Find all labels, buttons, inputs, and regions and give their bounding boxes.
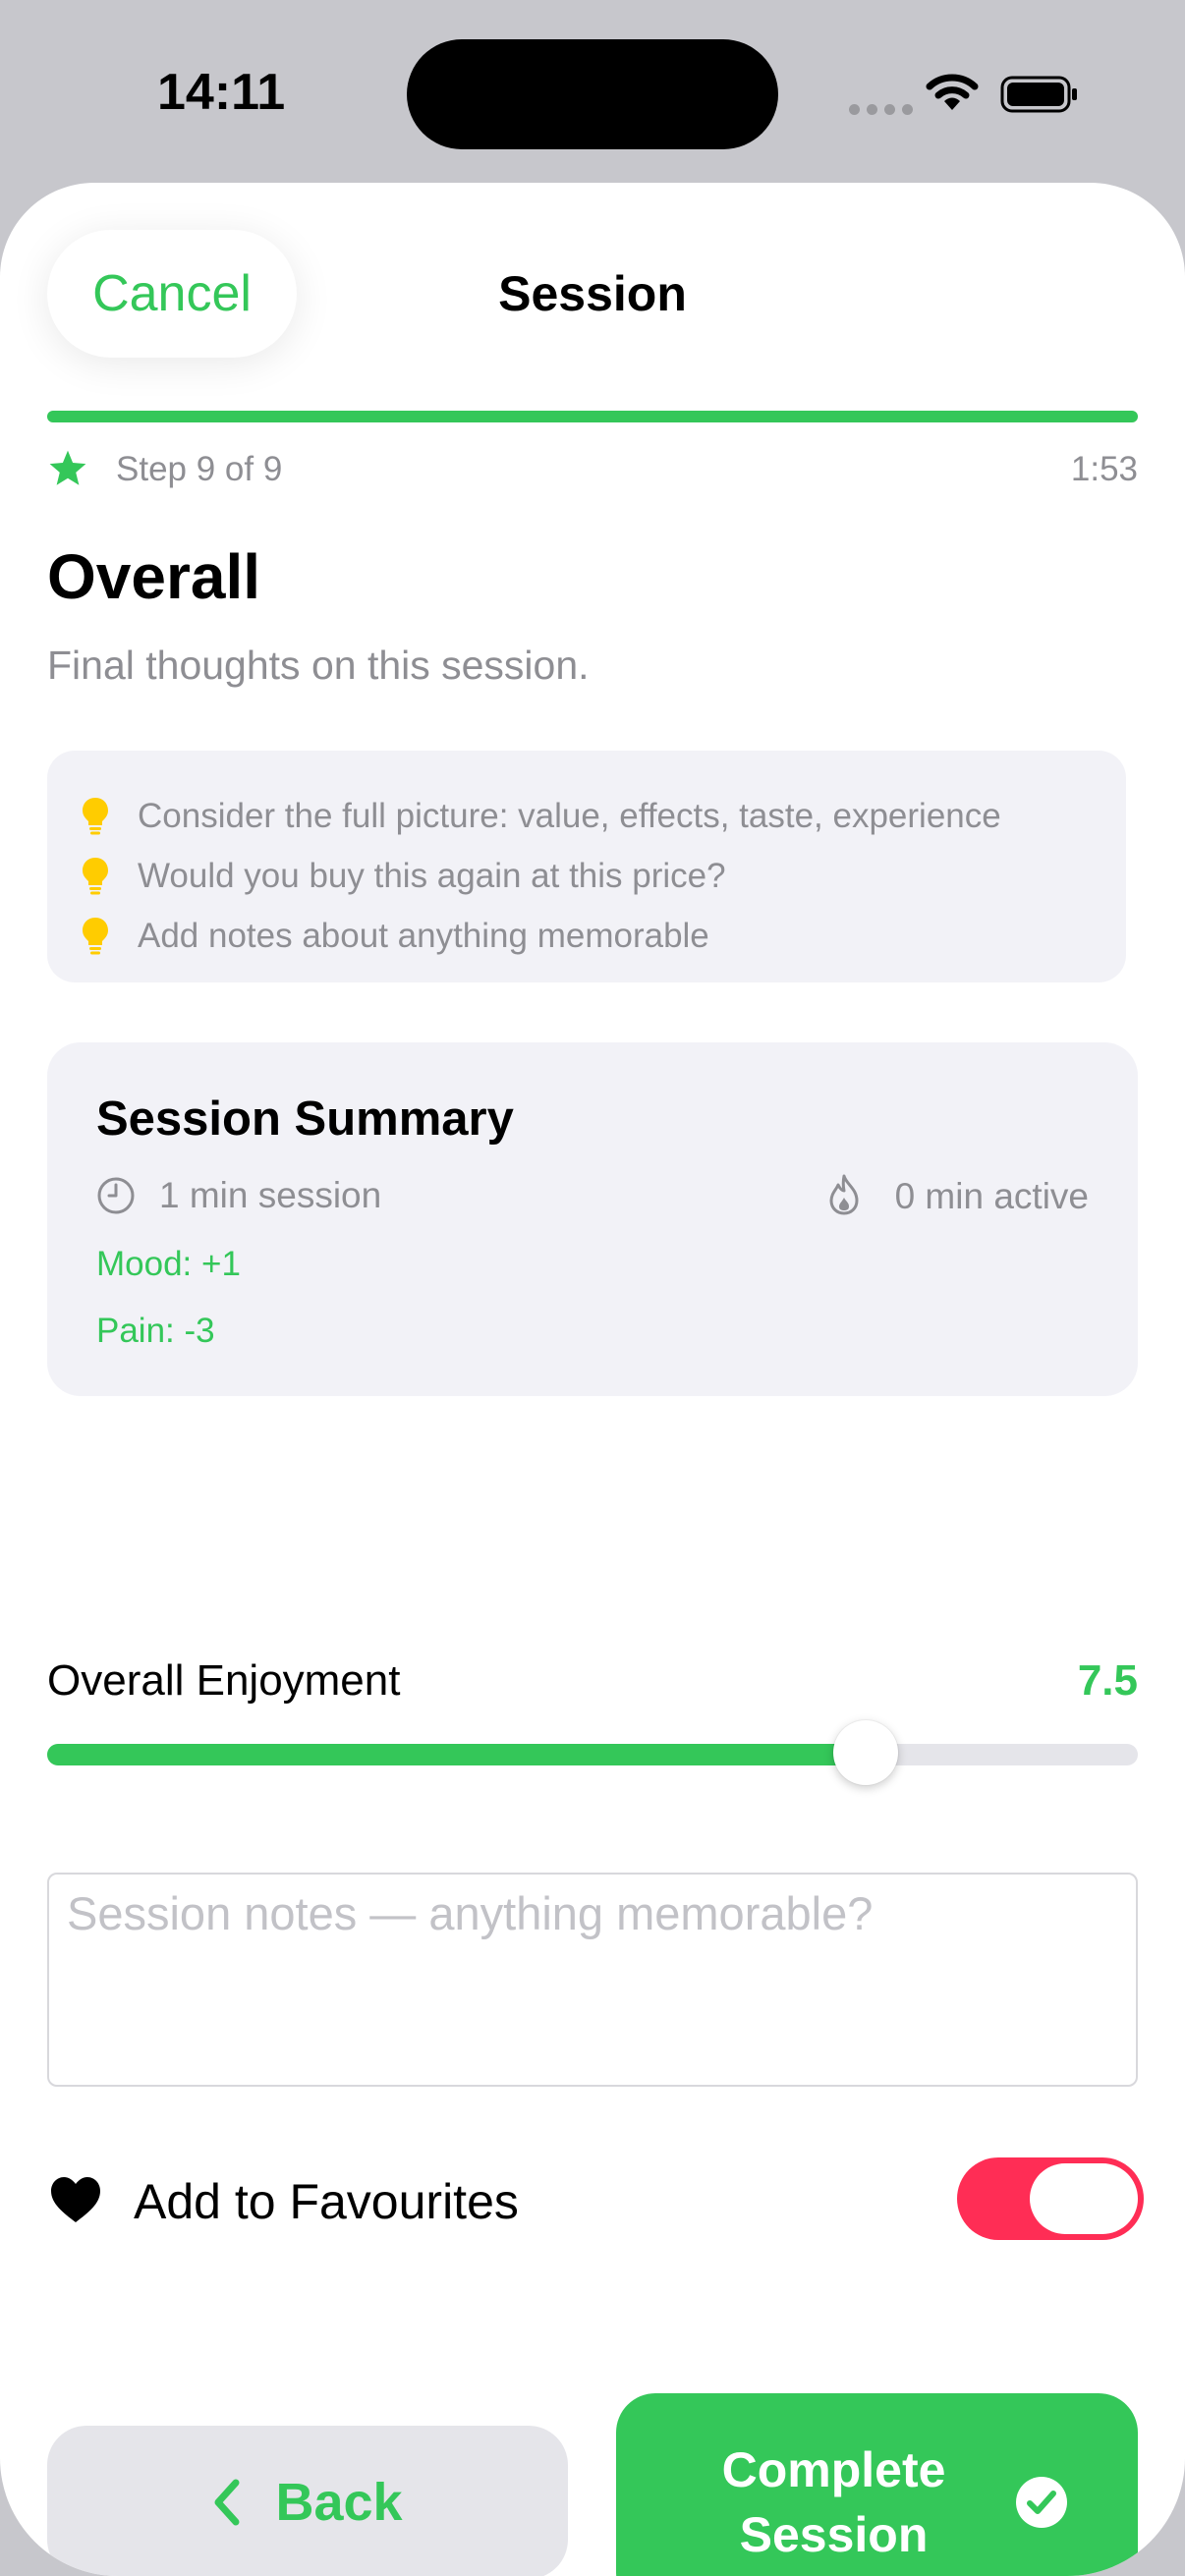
page-title: Overall xyxy=(47,541,261,612)
session-summary-card: Session Summary 1 min session 0 min acti… xyxy=(47,1042,1138,1396)
summary-title: Session Summary xyxy=(96,1092,514,1146)
lightbulb-icon xyxy=(83,857,108,894)
step-row: Step 9 of 9 1:53 xyxy=(47,444,1138,493)
session-notes-input[interactable] xyxy=(47,1873,1138,2087)
checkmark-circle-icon xyxy=(1015,2477,1067,2528)
tip-item: Would you buy this again at this price? xyxy=(81,846,1126,906)
progress-bar xyxy=(47,411,1138,422)
status-time: 14:11 xyxy=(157,64,286,121)
session-duration: 1 min session xyxy=(159,1175,382,1215)
active-duration: 0 min active xyxy=(894,1176,1089,1216)
complete-session-button[interactable]: Complete Session xyxy=(616,2393,1138,2576)
favourite-label: Add to Favourites xyxy=(134,2174,519,2229)
flame-icon xyxy=(829,1174,859,1215)
tip-text: Would you buy this again at this price? xyxy=(138,856,726,895)
pain-change: Pain: -3 xyxy=(96,1312,215,1350)
back-label: Back xyxy=(275,2473,403,2532)
enjoyment-value: 7.5 xyxy=(1077,1656,1138,1705)
progress-bar-fill xyxy=(47,411,1138,422)
tip-item: Add notes about anything memorable xyxy=(81,906,1126,966)
dynamic-island xyxy=(407,39,778,149)
page-subtitle: Final thoughts on this session. xyxy=(47,643,590,688)
slider-fill xyxy=(47,1744,866,1765)
status-bar: 14:11 xyxy=(0,0,1185,187)
heart-icon xyxy=(51,2177,100,2222)
session-sheet: Cancel Session Step 9 of 9 1:53 Overall … xyxy=(0,183,1185,2576)
lightbulb-icon xyxy=(83,797,108,834)
chevron-left-icon xyxy=(214,2479,240,2526)
slider-thumb[interactable] xyxy=(832,1720,898,1785)
toggle-knob xyxy=(1030,2163,1138,2234)
battery-icon xyxy=(1000,76,1077,113)
favourite-toggle[interactable] xyxy=(957,2157,1144,2240)
lightbulb-icon xyxy=(83,917,108,954)
tip-text: Consider the full picture: value, effect… xyxy=(138,796,1001,835)
tip-text: Add notes about anything memorable xyxy=(138,916,709,955)
enjoyment-slider[interactable] xyxy=(47,1720,1138,1785)
clock-icon xyxy=(97,1177,135,1214)
tips-box: Consider the full picture: value, effect… xyxy=(47,751,1126,982)
mood-change: Mood: +1 xyxy=(96,1245,241,1283)
elapsed-timer: 1:53 xyxy=(1070,450,1138,488)
tip-item: Consider the full picture: value, effect… xyxy=(81,786,1126,846)
nav-title: Session xyxy=(498,266,687,321)
star-icon xyxy=(49,450,86,485)
wifi-icon xyxy=(926,74,979,110)
cellular-signal-icon xyxy=(849,104,913,115)
back-button[interactable]: Back xyxy=(47,2426,568,2576)
enjoyment-label: Overall Enjoyment xyxy=(47,1656,401,1705)
complete-label: Complete Session xyxy=(721,2442,946,2562)
step-label: Step 9 of 9 xyxy=(116,450,283,488)
